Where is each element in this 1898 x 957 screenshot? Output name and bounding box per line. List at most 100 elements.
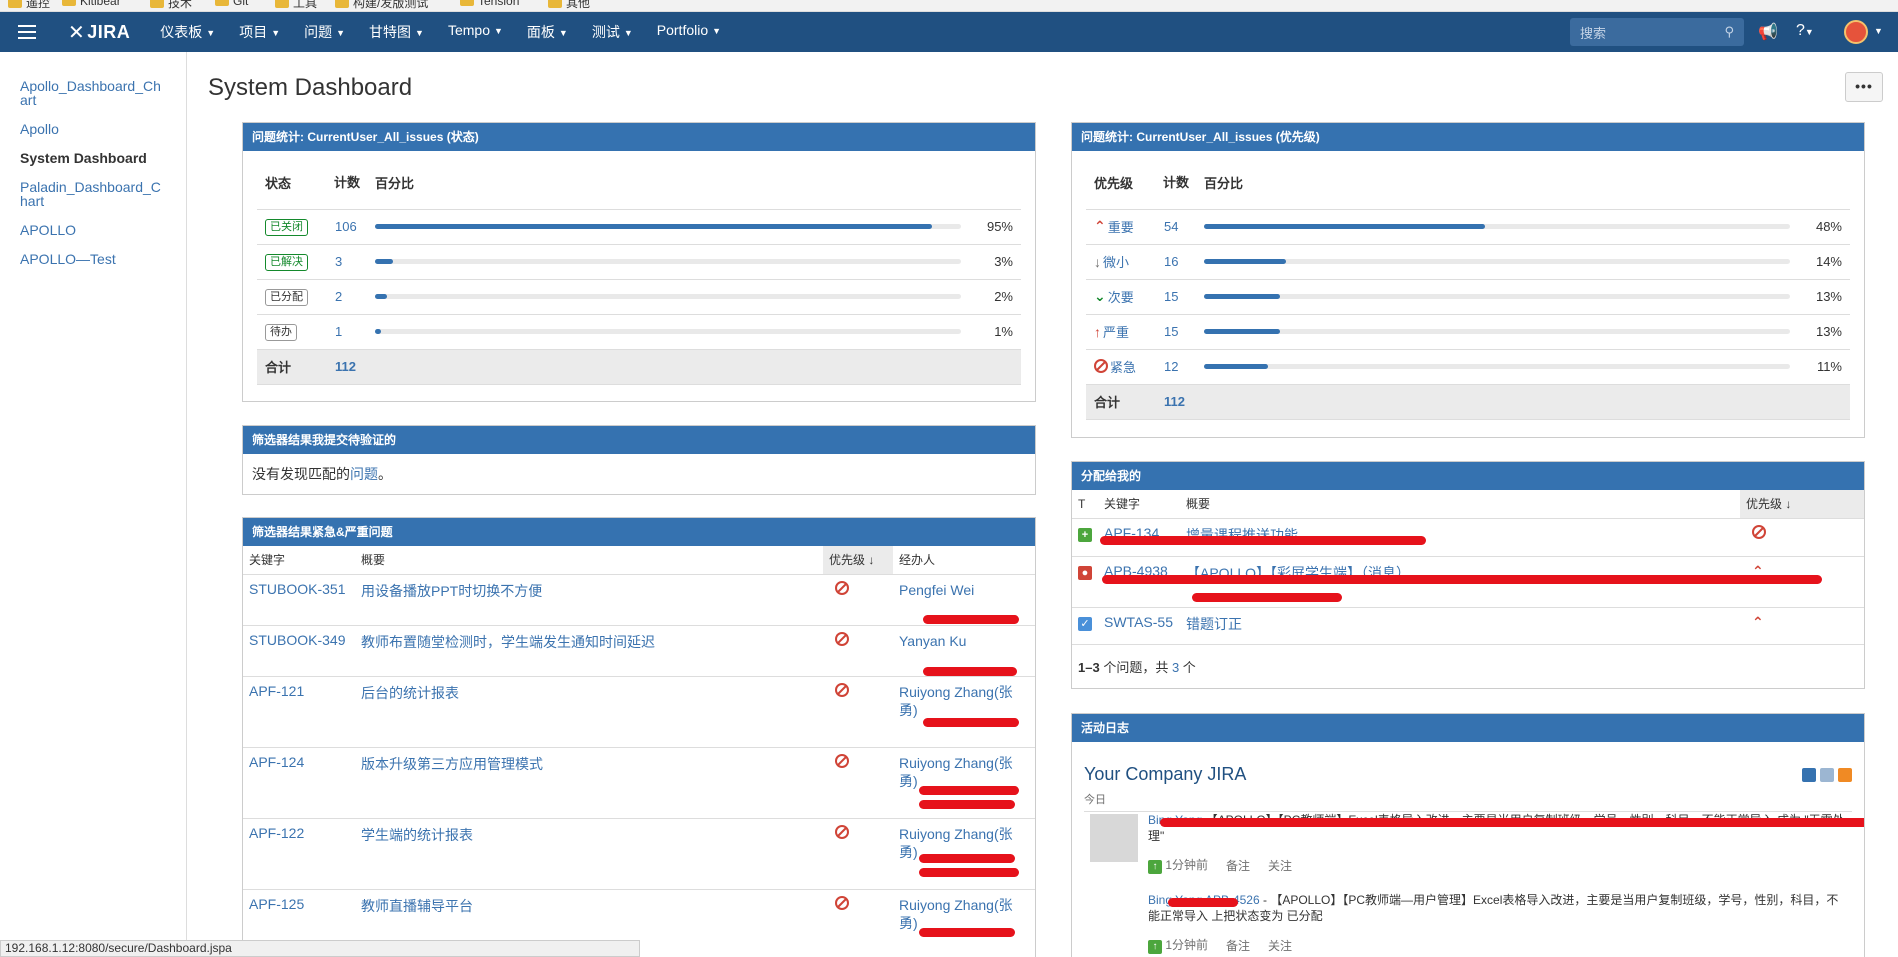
page-title: System Dashboard: [208, 74, 413, 101]
issue-key-link[interactable]: STUBOOK-351: [243, 574, 355, 626]
percentage-text: 1%: [969, 314, 1021, 350]
status-badge[interactable]: 待办: [265, 323, 297, 341]
issue-key-link[interactable]: APF-124: [243, 747, 355, 819]
table-row: APF-122 学生端的统计报表 Ruiyong Zhang(张勇): [243, 818, 1035, 890]
table-row: ↑ 严重 15 13%: [1086, 314, 1850, 350]
table-row: STUBOOK-351 用设备播放PPT时切换不方便 Pengfei Wei: [243, 574, 1035, 626]
bookmark-item[interactable]: 工具: [275, 0, 317, 11]
priority-link[interactable]: ↓ 微小: [1094, 252, 1129, 271]
priority-link[interactable]: ↑ 严重: [1094, 322, 1129, 341]
redaction-mark: [1168, 898, 1238, 907]
status-badge[interactable]: 已关闭: [265, 218, 308, 236]
status-badge[interactable]: 已解决: [265, 253, 308, 271]
total-row: 合计 112: [1086, 384, 1850, 420]
assignee-link[interactable]: Ruiyong Zhang(张勇): [893, 889, 1035, 957]
count-link[interactable]: 15: [1156, 279, 1196, 315]
percentage-text: 13%: [1798, 279, 1850, 315]
column-header-summary[interactable]: 概要: [355, 546, 823, 575]
menu-gantt[interactable]: 甘特图 ▼: [357, 22, 436, 42]
menu-tempo[interactable]: Tempo ▼: [436, 22, 515, 42]
priority-link[interactable]: 紧急: [1094, 357, 1136, 376]
column-header-key[interactable]: 关键字: [1098, 490, 1180, 519]
total-count-link[interactable]: 112: [327, 349, 367, 385]
menu-portfolio[interactable]: Portfolio ▼: [645, 22, 733, 42]
menu-boards[interactable]: 面板 ▼: [515, 22, 580, 42]
bookmark-item[interactable]: 其他: [548, 0, 590, 11]
column-header-assignee[interactable]: 经办人: [893, 546, 1035, 575]
announcement-icon[interactable]: 📢: [1758, 22, 1778, 42]
folder-icon: [215, 0, 229, 6]
percentage-bar: [375, 224, 961, 229]
hamburger-menu-icon[interactable]: [18, 25, 46, 39]
bookmark-item[interactable]: Git: [215, 0, 248, 8]
results-count: 1–3 个问题，共 3 个: [1078, 659, 1196, 675]
bookmark-item[interactable]: Kitibear: [62, 0, 121, 8]
issue-summary-link[interactable]: 后台的统计报表: [355, 676, 823, 748]
issue-summary-link[interactable]: 学生端的统计报表: [355, 818, 823, 890]
comment-link[interactable]: 备注: [1226, 857, 1250, 874]
sidebar-item-apollo-upper[interactable]: APOLLO: [0, 223, 186, 237]
issue-summary-link[interactable]: 用设备播放PPT时切换不方便: [355, 574, 823, 626]
jira-logo[interactable]: ✕ JIRA: [68, 20, 130, 45]
comment-link[interactable]: 备注: [1226, 937, 1250, 954]
status-badge[interactable]: 已分配: [265, 288, 308, 306]
count-link[interactable]: 16: [1156, 244, 1196, 280]
bookmark-item[interactable]: 遥控: [8, 0, 50, 11]
sidebar-item-system-dashboard[interactable]: System Dashboard: [0, 151, 186, 165]
priority-link[interactable]: ⌃ 重要: [1094, 217, 1134, 236]
column-header-key[interactable]: 关键字: [243, 546, 355, 575]
list-view-icon[interactable]: [1820, 768, 1834, 782]
count-link[interactable]: 54: [1156, 209, 1196, 245]
column-header-priority[interactable]: 优先级 ↓: [1740, 490, 1864, 519]
table-row: 待办 1 1%: [257, 314, 1021, 350]
new-feature-icon: +: [1078, 527, 1092, 542]
activity-stream-gadget: 活动日志 Your Company JIRA 今日 Bing Yang 【APO…: [1071, 713, 1865, 957]
column-header-type[interactable]: T: [1072, 490, 1098, 519]
issues-link[interactable]: 问题: [350, 466, 378, 482]
sidebar-item-apollo[interactable]: Apollo: [0, 122, 186, 136]
full-view-icon[interactable]: [1802, 768, 1816, 782]
avatar[interactable]: [1844, 20, 1868, 44]
issue-summary-link[interactable]: 版本升级第三方应用管理模式: [355, 747, 823, 819]
day-label: 今日: [1084, 791, 1852, 812]
count-link[interactable]: 15: [1156, 314, 1196, 350]
column-header: 计数: [1156, 157, 1196, 210]
sidebar-item-apollo-dashboard-chart[interactable]: Apollo_Dashboard_Chart: [0, 79, 186, 107]
issue-summary-link[interactable]: 错题订正: [1180, 607, 1740, 645]
help-icon[interactable]: ?▼: [1796, 22, 1814, 40]
search-input[interactable]: 搜索 ⚲: [1570, 18, 1744, 46]
menu-issues[interactable]: 问题 ▼: [292, 22, 357, 42]
rss-feed-icon[interactable]: [1838, 768, 1852, 782]
menu-tests[interactable]: 测试 ▼: [580, 22, 645, 42]
bookmark-item[interactable]: 技术: [150, 0, 192, 11]
count-link[interactable]: 1: [327, 314, 367, 350]
priority-link[interactable]: ⌄ 次要: [1094, 287, 1134, 306]
watch-link[interactable]: 关注: [1268, 937, 1292, 954]
issue-key-link[interactable]: STUBOOK-349: [243, 625, 355, 677]
redaction-mark: [923, 667, 1017, 676]
empty-message: 没有发现匹配的问题。: [252, 466, 392, 482]
menu-dashboards[interactable]: 仪表板 ▼: [148, 22, 227, 42]
issue-summary-link[interactable]: 教师布置随堂检测时，学生端发生通知时间延迟: [355, 625, 823, 677]
bookmark-item[interactable]: 构建/发版测试: [335, 0, 428, 11]
more-actions-button[interactable]: •••: [1845, 72, 1883, 102]
count-link[interactable]: 2: [327, 279, 367, 315]
count-link[interactable]: 106: [327, 209, 367, 245]
issue-key-link[interactable]: APF-121: [243, 676, 355, 748]
bookmark-item[interactable]: Tension: [460, 0, 519, 8]
chevron-down-icon[interactable]: ▼: [1874, 26, 1883, 36]
folder-icon: [150, 0, 164, 8]
count-link[interactable]: 3: [327, 244, 367, 280]
total-count-link[interactable]: 112: [1156, 384, 1196, 420]
watch-link[interactable]: 关注: [1268, 857, 1292, 874]
column-header-summary[interactable]: 概要: [1180, 490, 1740, 519]
assignee-link[interactable]: Ruiyong Zhang(张勇): [893, 676, 1035, 748]
sidebar-item-paladin-dashboard-chart[interactable]: Paladin_Dashboard_Chart: [0, 180, 186, 208]
issue-key-link[interactable]: APF-122: [243, 818, 355, 890]
count-link[interactable]: 12: [1156, 349, 1196, 385]
user-avatar[interactable]: [1090, 814, 1138, 862]
menu-projects[interactable]: 项目 ▼: [227, 22, 292, 42]
issue-key-link[interactable]: SWTAS-55: [1098, 607, 1180, 645]
sidebar-item-apollo-test[interactable]: APOLLO—Test: [0, 252, 186, 266]
column-header-priority[interactable]: 优先级 ↓: [823, 546, 893, 575]
